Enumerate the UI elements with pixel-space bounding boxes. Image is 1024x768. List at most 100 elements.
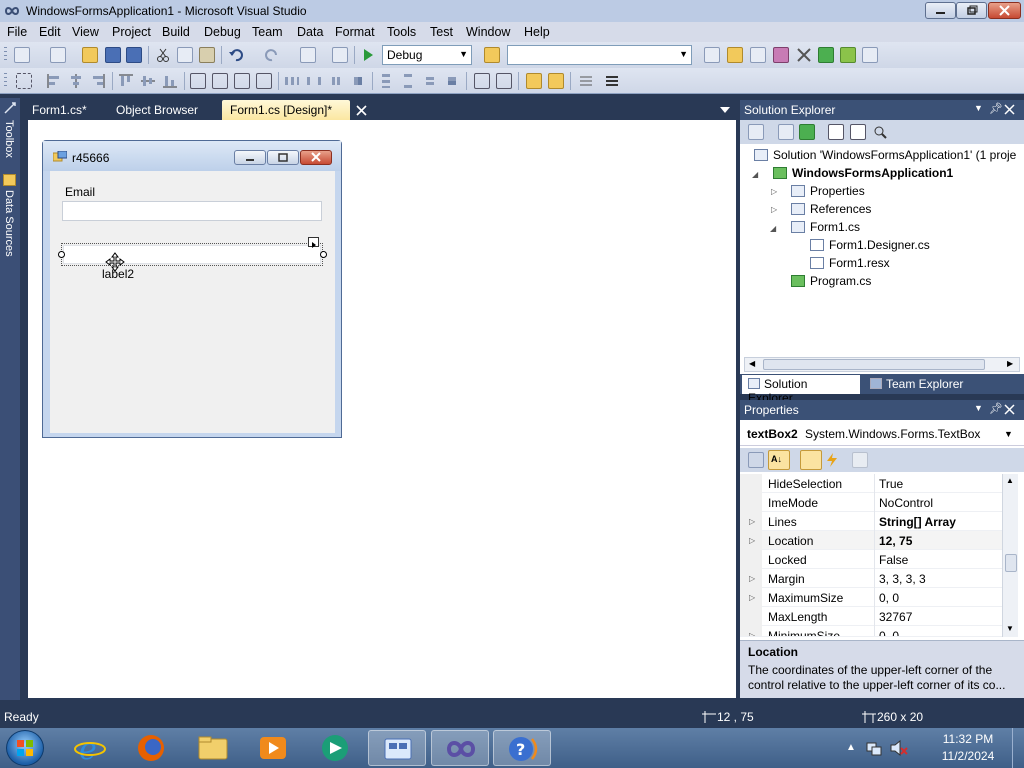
menu-tools[interactable]: Tools: [387, 25, 416, 39]
tab-object-browser[interactable]: Object Browser: [108, 100, 206, 120]
navigate-backward-icon[interactable]: [300, 47, 316, 63]
menu-debug[interactable]: Debug: [204, 25, 241, 39]
data-sources-tab[interactable]: Data Sources: [3, 190, 15, 257]
center-vertically-icon[interactable]: [496, 73, 512, 89]
property-row-imemode[interactable]: ImeMode NoControl: [740, 493, 1002, 512]
view-class-diagram-icon[interactable]: [872, 124, 888, 140]
start-button[interactable]: [6, 730, 44, 766]
property-row-locked[interactable]: Locked False: [740, 550, 1002, 569]
properties-view-icon[interactable]: [800, 450, 822, 470]
object-browser-icon[interactable]: [750, 47, 766, 63]
view-code-icon[interactable]: [828, 124, 844, 140]
collapse-arrow-icon[interactable]: ◢: [770, 224, 776, 233]
remove-horizontal-spacing-icon[interactable]: [350, 73, 366, 89]
property-value[interactable]: True: [879, 477, 903, 491]
lock-controls-icon[interactable]: [604, 73, 620, 89]
decrease-horizontal-spacing-icon[interactable]: [328, 73, 344, 89]
properties-window-icon[interactable]: [727, 47, 743, 63]
close-tab-icon[interactable]: [356, 105, 367, 116]
property-row-minimumsize[interactable]: ▷ MinimumSize 0, 0: [740, 626, 1002, 637]
expand-arrow-icon[interactable]: ▷: [749, 593, 755, 602]
new-project-icon[interactable]: [14, 47, 30, 63]
property-row-margin[interactable]: ▷ Margin 3, 3, 3, 3: [740, 569, 1002, 588]
align-centers-icon[interactable]: [68, 73, 84, 89]
show-hidden-icons[interactable]: ▲: [846, 742, 856, 753]
make-same-size-icon[interactable]: [256, 73, 272, 89]
start-page-icon[interactable]: [818, 47, 834, 63]
tree-project[interactable]: WindowsFormsApplication1: [773, 164, 953, 182]
align-rights-icon[interactable]: [90, 73, 106, 89]
taskbar-explorer[interactable]: [184, 730, 242, 766]
menu-team[interactable]: Team: [252, 25, 283, 39]
show-all-files-icon[interactable]: [778, 124, 794, 140]
clock-date[interactable]: 11/2/2024: [938, 749, 998, 763]
align-lefts-icon[interactable]: [46, 73, 62, 89]
tree-solution[interactable]: Solution 'WindowsFormsApplication1' (1 p…: [754, 146, 1016, 164]
email-textbox[interactable]: [62, 201, 322, 221]
property-pages-icon[interactable]: [852, 452, 868, 468]
label2[interactable]: label2: [102, 267, 134, 281]
toolbar-grip[interactable]: [4, 47, 7, 63]
menu-format[interactable]: Format: [335, 25, 375, 39]
extension-manager-icon[interactable]: [840, 47, 856, 63]
add-item-icon[interactable]: [50, 47, 66, 63]
expand-arrow-icon[interactable]: ▷: [771, 187, 777, 196]
property-value[interactable]: 32767: [879, 610, 912, 624]
property-value[interactable]: String[] Array: [879, 515, 956, 529]
tab-form1-design[interactable]: Form1.cs [Design]*: [222, 100, 350, 120]
tree-form1-resx[interactable]: Form1.resx: [810, 254, 890, 272]
expand-arrow-icon[interactable]: ▷: [749, 536, 755, 545]
align-to-grid-icon[interactable]: [16, 73, 32, 89]
collapse-arrow-icon[interactable]: ◢: [752, 170, 758, 179]
expand-arrow-icon[interactable]: ▷: [749, 631, 755, 636]
property-value[interactable]: NoControl: [879, 496, 933, 510]
find-in-files-icon[interactable]: [484, 47, 500, 63]
view-designer-icon[interactable]: [850, 124, 866, 140]
paste-icon[interactable]: [199, 47, 215, 63]
resize-handle-right[interactable]: [320, 251, 327, 258]
network-icon[interactable]: [866, 740, 882, 756]
copy-icon[interactable]: [177, 47, 193, 63]
redo-icon[interactable]: [264, 47, 280, 63]
clock-time[interactable]: 11:32 PM: [938, 732, 998, 746]
tree-references[interactable]: References: [791, 200, 871, 218]
menu-help[interactable]: Help: [524, 25, 550, 39]
menu-project[interactable]: Project: [112, 25, 151, 39]
property-row-location[interactable]: ▷ Location 12, 75: [740, 531, 1002, 550]
menu-window[interactable]: Window: [466, 25, 510, 39]
solution-configuration-combo[interactable]: Debug ▼: [382, 45, 472, 65]
menu-view[interactable]: View: [72, 25, 99, 39]
toolbox-icon[interactable]: [773, 47, 789, 63]
tree-program-cs[interactable]: Program.cs: [791, 272, 871, 290]
resize-handle-left[interactable]: [58, 251, 65, 258]
expand-arrow-icon[interactable]: ▷: [749, 574, 755, 583]
scroll-left-icon[interactable]: ◀: [749, 359, 755, 368]
make-same-width-icon[interactable]: [190, 73, 206, 89]
decrease-vertical-spacing-icon[interactable]: [422, 73, 438, 89]
increase-vertical-spacing-icon[interactable]: [400, 73, 416, 89]
property-value[interactable]: 12, 75: [879, 534, 912, 548]
expand-arrow-icon[interactable]: ▷: [749, 517, 755, 526]
menu-build[interactable]: Build: [162, 25, 190, 39]
properties-scrollbar[interactable]: ▲ ▼: [1002, 474, 1018, 637]
menu-data[interactable]: Data: [297, 25, 323, 39]
make-same-height-icon[interactable]: [234, 73, 250, 89]
taskbar-help[interactable]: ?: [493, 730, 551, 766]
property-value[interactable]: 0, 0: [879, 591, 899, 605]
form-designer-window[interactable]: r45666 Email label2: [42, 140, 342, 438]
size-to-grid-icon[interactable]: [212, 73, 228, 89]
taskbar-firefox[interactable]: [122, 730, 180, 766]
property-row-lines[interactable]: ▷ Lines String[] Array: [740, 512, 1002, 531]
scroll-right-icon[interactable]: ▶: [1007, 359, 1013, 368]
align-bottoms-icon[interactable]: [162, 73, 178, 89]
toolbar-grip[interactable]: [4, 73, 7, 89]
property-value[interactable]: 0, 0: [879, 629, 899, 636]
undo-icon[interactable]: [228, 47, 244, 63]
scrollbar-thumb[interactable]: [763, 359, 985, 370]
scroll-down-icon[interactable]: ▼: [1006, 624, 1014, 633]
command-window-icon[interactable]: [862, 47, 878, 63]
show-desktop-button[interactable]: [1012, 728, 1024, 768]
menu-edit[interactable]: Edit: [39, 25, 61, 39]
taskbar-control-panel[interactable]: [368, 730, 426, 766]
cut-icon[interactable]: [155, 47, 171, 63]
